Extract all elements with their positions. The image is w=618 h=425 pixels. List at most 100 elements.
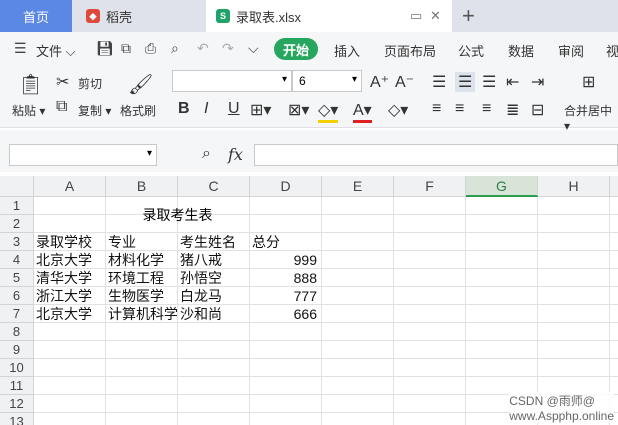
row-header[interactable]: 4: [0, 251, 34, 269]
data-cell[interactable]: 环境工程: [106, 269, 178, 287]
menu-view[interactable]: 视: [606, 41, 618, 60]
copy-icon[interactable]: ⧉: [56, 98, 67, 116]
grid-cell[interactable]: [610, 197, 618, 215]
fill-style-icon[interactable]: ⊠▾: [288, 100, 309, 120]
grid-cell[interactable]: [106, 377, 178, 395]
grid-cell[interactable]: [610, 323, 618, 341]
grid-cell[interactable]: [250, 341, 322, 359]
hamburger-icon[interactable]: ☰: [14, 40, 27, 57]
grid-cell[interactable]: [322, 341, 394, 359]
grid-cell[interactable]: [538, 197, 610, 215]
row-header[interactable]: 2: [0, 215, 34, 233]
grid-cell[interactable]: [466, 251, 538, 269]
data-cell[interactable]: 浙江大学: [34, 287, 106, 305]
row-header[interactable]: 5: [0, 269, 34, 287]
column-header[interactable]: E: [322, 176, 394, 197]
more-dropdown-icon[interactable]: ⌵: [248, 40, 259, 57]
data-cell[interactable]: 沙和尚: [178, 305, 250, 323]
grid-cell[interactable]: [466, 305, 538, 323]
grid-cell[interactable]: [538, 251, 610, 269]
grid-cell[interactable]: [322, 269, 394, 287]
column-header[interactable]: [610, 176, 618, 197]
grid-cell[interactable]: [250, 359, 322, 377]
grid-cell[interactable]: [394, 305, 466, 323]
menu-page-layout[interactable]: 页面布局: [384, 41, 436, 60]
align-left-icon[interactable]: ≡: [432, 100, 441, 118]
grid-cell[interactable]: [466, 323, 538, 341]
data-cell[interactable]: 777: [250, 287, 322, 305]
grid-cell[interactable]: [466, 359, 538, 377]
grid-cell[interactable]: [34, 323, 106, 341]
decrease-font-icon[interactable]: A⁻: [395, 72, 414, 92]
grid-cell[interactable]: [322, 323, 394, 341]
select-all-corner[interactable]: [0, 176, 34, 197]
header-cell[interactable]: 总分: [250, 233, 322, 251]
grid-cell[interactable]: [34, 377, 106, 395]
grid-cell[interactable]: [610, 269, 618, 287]
column-header[interactable]: D: [250, 176, 322, 197]
grid-cell[interactable]: [34, 359, 106, 377]
align-center-icon[interactable]: ≡: [455, 100, 464, 118]
grid-cell[interactable]: [394, 269, 466, 287]
format-painter-button[interactable]: 格式刷: [120, 102, 156, 119]
merged-title-cell[interactable]: 录取考生表: [34, 197, 322, 233]
grid-cell[interactable]: [178, 341, 250, 359]
grid-cell[interactable]: [394, 323, 466, 341]
grid-cell[interactable]: [106, 395, 178, 413]
menu-formula[interactable]: 公式: [458, 41, 484, 60]
cut-button[interactable]: 剪切: [78, 75, 102, 92]
grid-cell[interactable]: [322, 305, 394, 323]
zoom-search-icon[interactable]: ⌕: [202, 145, 211, 163]
format-painter-icon[interactable]: 🖌︎: [128, 72, 153, 97]
grid-cell[interactable]: [34, 413, 106, 425]
paste-button[interactable]: 粘贴 ▾: [12, 102, 45, 119]
grid-cell[interactable]: [538, 233, 610, 251]
row-header[interactable]: 6: [0, 287, 34, 305]
data-cell[interactable]: 材料化学: [106, 251, 178, 269]
data-cell[interactable]: 999: [250, 251, 322, 269]
grid-cell[interactable]: [322, 359, 394, 377]
grid-cell[interactable]: [610, 251, 618, 269]
grid-cell[interactable]: [394, 395, 466, 413]
grid-cell[interactable]: [610, 287, 618, 305]
paste-icon[interactable]: 📋︎: [18, 72, 43, 97]
data-cell[interactable]: 孙悟空: [178, 269, 250, 287]
close-tab-icon[interactable]: ✕: [430, 8, 441, 24]
name-box[interactable]: ▾: [9, 144, 157, 166]
grid-cell[interactable]: [394, 287, 466, 305]
row-header[interactable]: 1: [0, 197, 34, 215]
grid-cell[interactable]: [538, 359, 610, 377]
save-icon[interactable]: 💾︎: [96, 40, 114, 57]
justify-icon[interactable]: ≣: [506, 100, 519, 120]
data-cell[interactable]: 猪八戒: [178, 251, 250, 269]
menu-data[interactable]: 数据: [508, 41, 534, 60]
column-header[interactable]: B: [106, 176, 178, 197]
grid-cell[interactable]: [538, 287, 610, 305]
grid-cell[interactable]: [610, 215, 618, 233]
grid-cell[interactable]: [394, 377, 466, 395]
grid-cell[interactable]: [178, 323, 250, 341]
grid-cell[interactable]: [178, 359, 250, 377]
data-cell[interactable]: 生物医学: [106, 287, 178, 305]
data-cell[interactable]: 计算机科学: [106, 305, 178, 323]
grid-cell[interactable]: [322, 215, 394, 233]
grid-cell[interactable]: [466, 197, 538, 215]
column-header[interactable]: F: [394, 176, 466, 197]
grid-cell[interactable]: [538, 323, 610, 341]
preview-icon[interactable]: ⌕: [171, 40, 179, 57]
grid-cell[interactable]: [106, 413, 178, 425]
grid-cell[interactable]: [610, 305, 618, 323]
data-cell[interactable]: 888: [250, 269, 322, 287]
data-cell[interactable]: 白龙马: [178, 287, 250, 305]
grid-cell[interactable]: [178, 413, 250, 425]
row-header[interactable]: 9: [0, 341, 34, 359]
grid-cell[interactable]: [106, 341, 178, 359]
menu-insert[interactable]: 插入: [334, 41, 360, 60]
font-name-select[interactable]: ▾: [172, 70, 292, 92]
header-cell[interactable]: 专业: [106, 233, 178, 251]
data-cell[interactable]: 北京大学: [34, 305, 106, 323]
border-icon[interactable]: ⊞▾: [250, 100, 271, 120]
grid-cell[interactable]: [394, 413, 466, 425]
merge-center-button[interactable]: 合并居中 ▾: [564, 102, 618, 133]
font-size-select[interactable]: 6 ▾: [292, 70, 362, 92]
